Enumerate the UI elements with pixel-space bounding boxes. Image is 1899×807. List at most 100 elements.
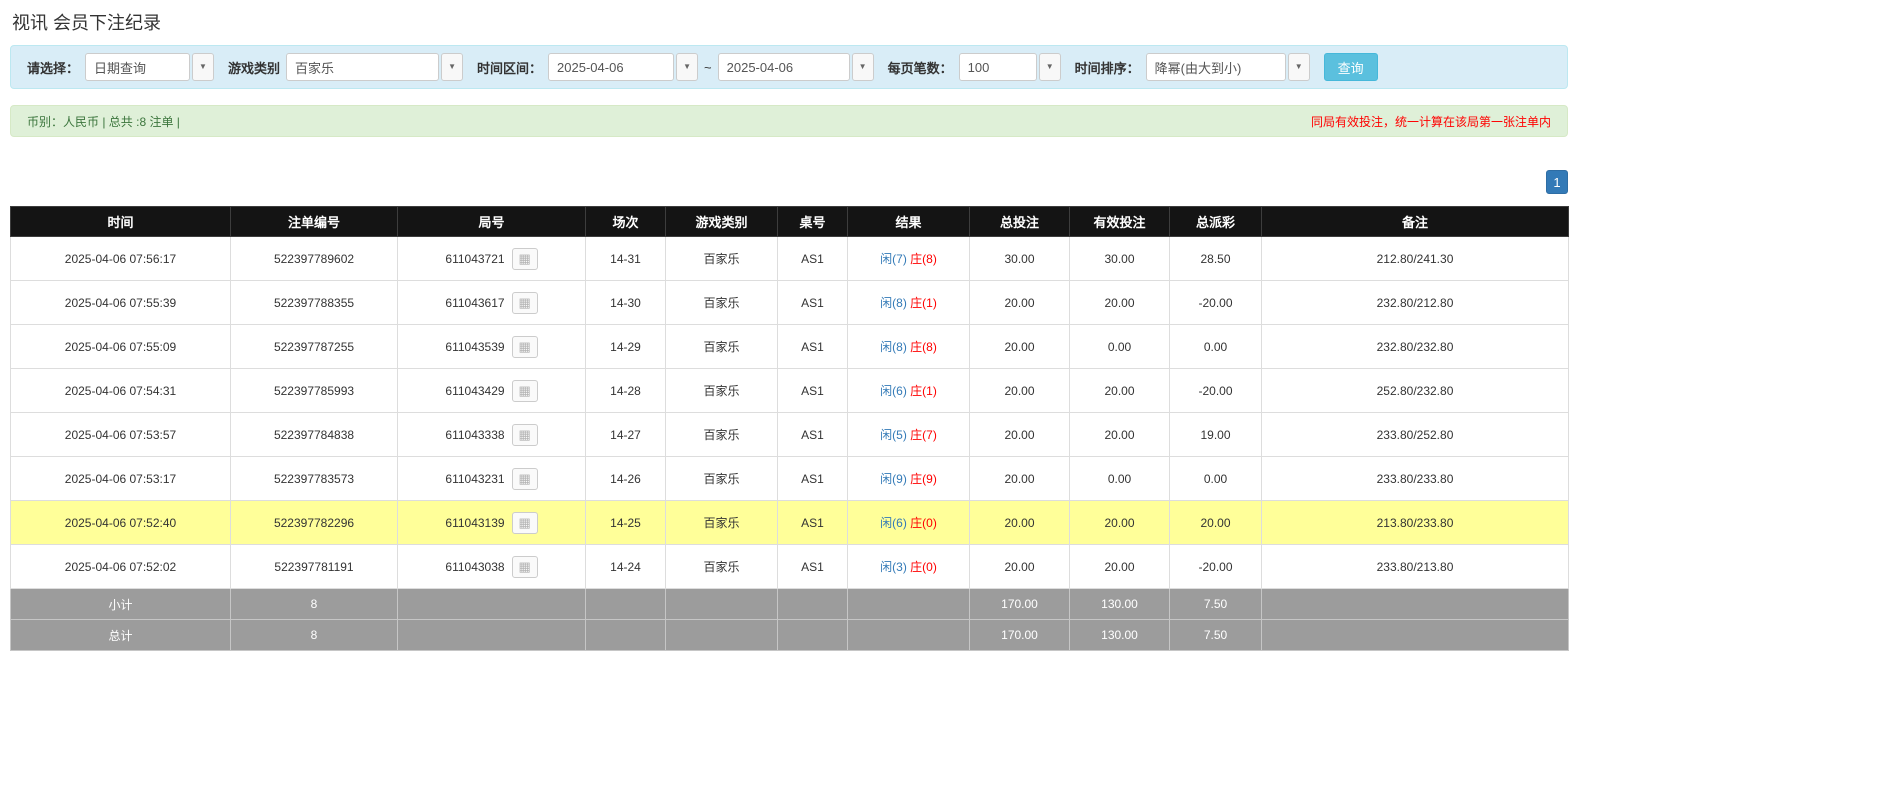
cell-total-bet[interactable]: 20.00 — [969, 412, 1070, 457]
cell-total-bet[interactable]: 20.00 — [969, 456, 1070, 501]
cell-table-no: AS1 — [777, 324, 848, 369]
cell-session: 14-28 — [585, 368, 666, 413]
cell-valid-bet: 20.00 — [1069, 280, 1170, 325]
page-size-input[interactable] — [958, 53, 1037, 81]
header-table-no: 桌号 — [777, 206, 848, 237]
cell-game-type: 百家乐 — [665, 368, 778, 413]
sort-order-dropdown-button[interactable]: ▼ — [1287, 53, 1310, 81]
cell-remark: 252.80/232.80 — [1261, 368, 1569, 413]
round-id-text: 611043539 — [445, 339, 505, 354]
header-valid-bet: 有效投注 — [1069, 206, 1170, 237]
round-id-text: 611043338 — [445, 427, 505, 442]
cell-table-no: AS1 — [777, 280, 848, 325]
view-cards-button[interactable]: ▦ — [511, 291, 538, 314]
cell-session: 14-26 — [585, 456, 666, 501]
cell-session: 14-25 — [585, 500, 666, 545]
banker-result: 庄(9) — [910, 472, 937, 486]
cell-valid-bet: 0.00 — [1069, 324, 1170, 369]
cell-total-bet[interactable]: 20.00 — [969, 324, 1070, 369]
page-content: 视讯 会员下注纪录 请选择： ▼ 游戏类别 ▼ 时间区间： ▼ ~ ▼ 每页笔数… — [10, 0, 1569, 651]
table-body: 2025-04-06 07:56:17 522397789602 611043721… — [10, 236, 1569, 589]
cell-table-no: AS1 — [777, 368, 848, 413]
footer-empty-cell — [585, 588, 666, 620]
cell-game-type: 百家乐 — [665, 236, 778, 281]
cards-icon: ▦ — [518, 515, 531, 530]
cell-bet-id: 522397787255 — [230, 324, 398, 369]
table-row: 2025-04-06 07:56:17 522397789602 611043721… — [10, 236, 1569, 281]
player-result: 闲(6) — [880, 516, 907, 530]
search-button[interactable]: 查询 — [1323, 53, 1378, 81]
cell-result: 闲(5) 庄(7) — [847, 412, 970, 457]
subtotal-total-bet: 170.00 — [969, 588, 1070, 620]
header-round-id: 局号 — [397, 206, 586, 237]
cell-round-id: 611043231 ▦ — [397, 456, 586, 501]
player-result: 闲(7) — [880, 252, 907, 266]
cell-round-id: 611043139 ▦ — [397, 500, 586, 545]
view-cards-button[interactable]: ▦ — [511, 335, 538, 358]
cell-total-bet[interactable]: 30.00 — [969, 236, 1070, 281]
chevron-down-icon: ▼ — [858, 62, 867, 71]
header-remark: 备注 — [1261, 206, 1569, 237]
cell-game-type: 百家乐 — [665, 500, 778, 545]
chevron-down-icon: ▼ — [448, 62, 456, 71]
cell-result: 闲(8) 庄(1) — [847, 280, 970, 325]
cell-total-bet[interactable]: 20.00 — [969, 368, 1070, 413]
cell-session: 14-24 — [585, 544, 666, 589]
cell-game-type: 百家乐 — [665, 456, 778, 501]
date-to-input[interactable] — [717, 53, 850, 81]
view-cards-button[interactable]: ▦ — [511, 467, 538, 490]
page-size-dropdown-button[interactable]: ▼ — [1038, 53, 1061, 81]
cell-valid-bet: 20.00 — [1069, 368, 1170, 413]
date-to-combobox: ▼ — [717, 53, 874, 81]
page-size-label: 每页笔数： — [887, 60, 953, 76]
view-cards-button[interactable]: ▦ — [511, 555, 538, 578]
cell-total-bet[interactable]: 20.00 — [969, 500, 1070, 545]
cell-payout: 28.50 — [1169, 236, 1262, 281]
notice-text: 同局有效投注，统一计算在该局第一张注单内 — [1310, 114, 1551, 129]
cell-bet-id: 522397782296 — [230, 500, 398, 545]
view-cards-button[interactable]: ▦ — [511, 247, 538, 270]
query-type-label: 请选择： — [27, 60, 80, 76]
date-separator: ~ — [704, 59, 712, 75]
subtotal-label: 小计 — [10, 588, 231, 620]
cell-round-id: 611043038 ▦ — [397, 544, 586, 589]
cell-time: 2025-04-06 07:53:57 — [10, 412, 231, 457]
total-total-bet: 170.00 — [969, 619, 1070, 651]
date-to-dropdown-button[interactable]: ▼ — [851, 53, 874, 81]
banker-result: 庄(7) — [910, 428, 937, 442]
cell-payout: 0.00 — [1169, 324, 1262, 369]
cell-remark: 213.80/233.80 — [1261, 500, 1569, 545]
cell-total-bet[interactable]: 20.00 — [969, 544, 1070, 589]
sort-order-input[interactable] — [1145, 53, 1286, 81]
view-cards-button[interactable]: ▦ — [511, 511, 538, 534]
player-result: 闲(8) — [880, 296, 907, 310]
round-id-text: 611043617 — [445, 295, 505, 310]
query-type-input[interactable] — [85, 53, 191, 81]
view-cards-button[interactable]: ▦ — [511, 379, 538, 402]
total-row: 总计 8 170.00 130.00 7.50 — [10, 619, 1569, 651]
date-from-input[interactable] — [548, 53, 675, 81]
game-type-input[interactable] — [286, 53, 440, 81]
cell-time: 2025-04-06 07:54:31 — [10, 368, 231, 413]
cell-time: 2025-04-06 07:53:17 — [10, 456, 231, 501]
query-type-dropdown-button[interactable]: ▼ — [192, 53, 215, 81]
cell-bet-id: 522397789602 — [230, 236, 398, 281]
cell-table-no: AS1 — [777, 500, 848, 545]
total-label: 总计 — [10, 619, 231, 651]
cell-table-no: AS1 — [777, 456, 848, 501]
game-type-dropdown-button[interactable]: ▼ — [441, 53, 464, 81]
currency-summary-text: 币别：人民币 | 总共 :8 注单 | — [27, 114, 180, 129]
banker-result: 庄(1) — [910, 384, 937, 398]
cell-result: 闲(8) 庄(8) — [847, 324, 970, 369]
cell-valid-bet: 20.00 — [1069, 412, 1170, 457]
cell-game-type: 百家乐 — [665, 280, 778, 325]
player-result: 闲(9) — [880, 472, 907, 486]
page-1-button[interactable]: 1 — [1546, 170, 1568, 194]
date-from-dropdown-button[interactable]: ▼ — [676, 53, 699, 81]
banker-result: 庄(1) — [910, 296, 937, 310]
view-cards-button[interactable]: ▦ — [511, 423, 538, 446]
cards-icon: ▦ — [518, 427, 531, 442]
total-count: 8 — [230, 619, 398, 651]
cards-icon: ▦ — [518, 339, 531, 354]
cell-total-bet[interactable]: 20.00 — [969, 280, 1070, 325]
